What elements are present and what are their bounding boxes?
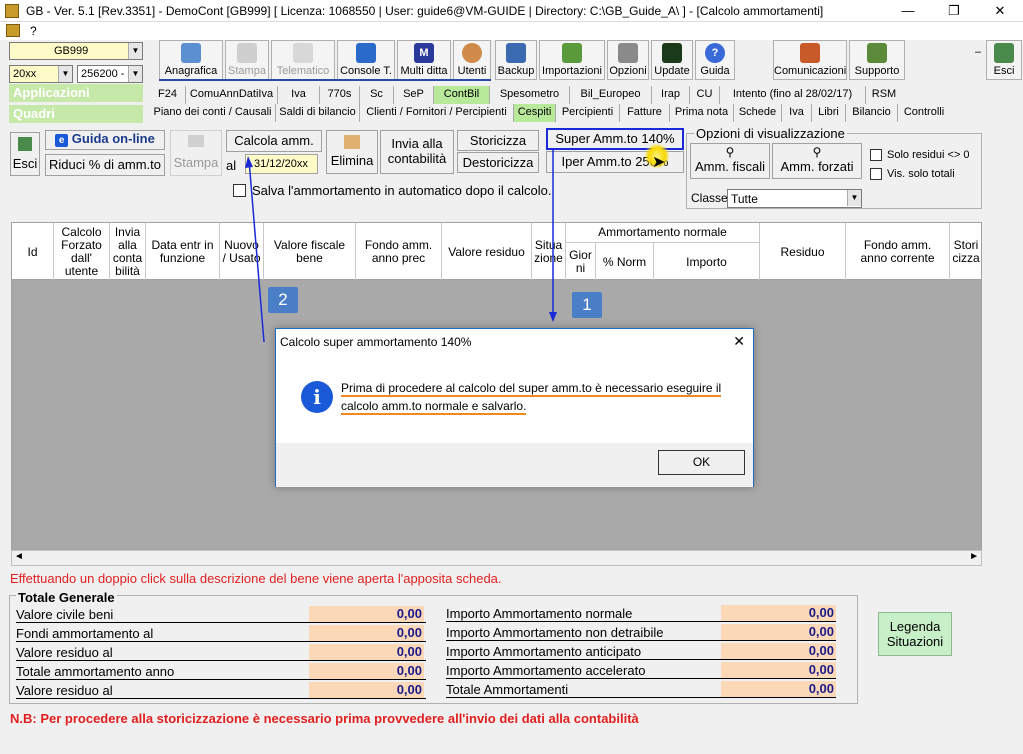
total-left-value-4: 0,00 [309,663,424,679]
total-right-value-1: 0,00 [721,605,836,621]
hint-text: Effettuando un doppio click sulla descri… [10,571,502,586]
total-right-value-2: 0,00 [721,624,836,640]
callout-2: 2 [268,287,298,313]
arrow-2-line [248,159,265,343]
total-right-value-3: 0,00 [721,643,836,659]
dialog-title: Calcolo super ammortamento 140% [280,335,472,349]
total-left-value-2: 0,00 [309,625,424,641]
dialog-close-icon[interactable]: ✕ [733,333,745,350]
total-left-value-3: 0,00 [309,644,424,660]
dialog-message-line1: Prima di procedere al calcolo del super … [341,381,722,397]
total-left-value-1: 0,00 [309,606,424,622]
total-left-value-5: 0,00 [309,682,424,698]
info-icon: i [301,381,333,413]
callout-1: 1 [572,292,602,318]
super-ammortamento-dialog: Calcolo super ammortamento 140% ✕ i Prim… [275,328,754,487]
total-right-value-5: 0,00 [721,681,836,697]
storicizza-note: N.B: Per procedere alla storicizzazione … [10,711,639,726]
dialog-title-bar: Calcolo super ammortamento 140% ✕ [276,329,753,355]
arrow-1-head [549,312,557,322]
total-right-value-4: 0,00 [721,662,836,678]
totals-title: Totale Generale [16,590,117,605]
arrow-2-head [245,156,253,168]
legenda-situazioni-button[interactable]: Legenda Situazioni [878,612,952,656]
ok-button[interactable]: OK [658,450,745,475]
dialog-message-line2: calcolo amm.to normale e salvarlo. [341,399,527,415]
dialog-footer: OK [276,443,753,487]
dialog-body: i Prima di procedere al calcolo del supe… [276,355,753,443]
